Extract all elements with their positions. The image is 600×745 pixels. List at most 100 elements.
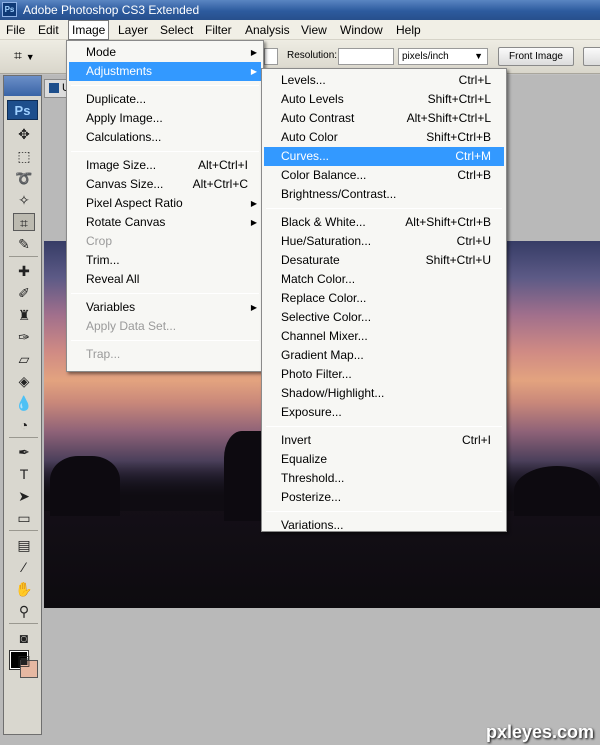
menu-edit[interactable]: Edit bbox=[35, 21, 62, 39]
menu-item-label: Shadow/Highlight... bbox=[281, 386, 385, 400]
adjustments-menu-gradient-map[interactable]: Gradient Map... bbox=[264, 346, 504, 365]
image-menu-apply-image[interactable]: Apply Image... bbox=[69, 109, 261, 128]
resolution-input[interactable] bbox=[338, 48, 394, 65]
menu-item-shortcut: Shift+Ctrl+B bbox=[426, 130, 491, 144]
adjustments-menu-equalize[interactable]: Equalize bbox=[264, 450, 504, 469]
menu-item-label: Exposure... bbox=[281, 405, 342, 419]
image-menu-pixel-aspect-ratio[interactable]: Pixel Aspect Ratio ▶ bbox=[69, 194, 261, 213]
front-image-button[interactable]: Front Image bbox=[498, 47, 574, 66]
window-title: Adobe Photoshop CS3 Extended bbox=[23, 3, 200, 17]
quick-mask-icon[interactable]: ◙ bbox=[13, 629, 35, 647]
resolution-label: Resolution: bbox=[287, 50, 338, 61]
image-menu-image-size[interactable]: Image Size... Alt+Ctrl+I bbox=[69, 156, 261, 175]
zoom-tool-icon[interactable]: ⚲ bbox=[13, 602, 35, 620]
menu-image[interactable]: Image bbox=[68, 20, 110, 40]
eraser-tool-icon[interactable]: ▱ bbox=[13, 350, 35, 368]
menu-help[interactable]: Help bbox=[393, 21, 424, 39]
adjustments-menu-black-white[interactable]: Black & White... Alt+Shift+Ctrl+B bbox=[264, 213, 504, 232]
menu-item-label: Selective Color... bbox=[281, 310, 372, 324]
lasso-tool-icon[interactable]: ➰ bbox=[13, 169, 35, 187]
tool-preset-picker[interactable]: ⌗ ▼ bbox=[14, 47, 50, 67]
shape-tool-icon[interactable]: ▭ bbox=[13, 509, 35, 527]
document-icon bbox=[49, 83, 59, 94]
crop-tool-icon[interactable]: ⌗ bbox=[13, 213, 35, 231]
photoshop-app-icon: Ps bbox=[2, 2, 17, 17]
image-menu-crop: Crop bbox=[69, 232, 261, 251]
image-menu-adjustments[interactable]: Adjustments ▶ bbox=[69, 62, 261, 81]
move-tool-icon[interactable]: ✥ bbox=[13, 125, 35, 143]
menu-analysis[interactable]: Analysis bbox=[242, 21, 293, 39]
menu-filter[interactable]: Filter bbox=[202, 21, 235, 39]
adjustments-menu-variations[interactable]: Variations... bbox=[264, 516, 504, 535]
submenu-arrow-icon: ▶ bbox=[250, 303, 257, 312]
paint-bucket-tool-icon[interactable]: ◈ bbox=[13, 372, 35, 390]
clear-button[interactable] bbox=[583, 47, 600, 66]
image-menu-rotate-canvas[interactable]: Rotate Canvas ▶ bbox=[69, 213, 261, 232]
menu-window[interactable]: Window bbox=[337, 21, 386, 39]
color-sampler-tool-icon[interactable]: ⁄ bbox=[13, 558, 35, 576]
menu-item-shortcut: Ctrl+M bbox=[455, 149, 491, 163]
menu-file[interactable]: File bbox=[3, 21, 28, 39]
photoshop-logo[interactable]: Ps bbox=[7, 100, 38, 120]
adjustments-menu-desaturate[interactable]: Desaturate Shift+Ctrl+U bbox=[264, 251, 504, 270]
eyedropper-tool-icon[interactable]: ✎ bbox=[13, 235, 35, 253]
menu-bar: File Edit Image Layer Select Filter Anal… bbox=[0, 20, 600, 40]
menu-select[interactable]: Select bbox=[157, 21, 196, 39]
resolution-unit-value: pixels/inch bbox=[402, 51, 449, 62]
magic-wand-tool-icon[interactable]: ✧ bbox=[13, 191, 35, 209]
image-menu-duplicate[interactable]: Duplicate... bbox=[69, 90, 261, 109]
height-field[interactable] bbox=[264, 48, 278, 65]
image-menu-calculations[interactable]: Calculations... bbox=[69, 128, 261, 147]
menu-item-label: Auto Levels bbox=[281, 92, 344, 106]
type-tool-icon[interactable]: T bbox=[13, 465, 35, 483]
adjustments-menu-replace-color[interactable]: Replace Color... bbox=[264, 289, 504, 308]
adjustments-menu-invert[interactable]: Invert Ctrl+I bbox=[264, 431, 504, 450]
marquee-tool-icon[interactable]: ⬚ bbox=[13, 147, 35, 165]
adjustments-menu-auto-contrast[interactable]: Auto Contrast Alt+Shift+Ctrl+L bbox=[264, 109, 504, 128]
blur-tool-icon[interactable]: 💧 bbox=[13, 394, 35, 412]
brush-tool-icon[interactable]: ✐ bbox=[13, 284, 35, 302]
menu-view[interactable]: View bbox=[298, 21, 330, 39]
adjustments-menu-brightness-contrast[interactable]: Brightness/Contrast... bbox=[264, 185, 504, 204]
menu-item-shortcut: Ctrl+L bbox=[458, 73, 491, 87]
image-menu-mode[interactable]: Mode ▶ bbox=[69, 43, 261, 62]
image-menu-variables[interactable]: Variables ▶ bbox=[69, 298, 261, 317]
image-menu-trim[interactable]: Trim... bbox=[69, 251, 261, 270]
adjustments-menu-selective-color[interactable]: Selective Color... bbox=[264, 308, 504, 327]
adjustments-menu-hue-saturation[interactable]: Hue/Saturation... Ctrl+U bbox=[264, 232, 504, 251]
resolution-unit-select[interactable]: pixels/inch ▼ bbox=[398, 48, 488, 65]
menu-layer[interactable]: Layer bbox=[115, 21, 151, 39]
image-menu-reveal-all[interactable]: Reveal All bbox=[69, 270, 261, 289]
toolbox-separator bbox=[9, 530, 38, 531]
notes-tool-icon[interactable]: ▤ bbox=[13, 536, 35, 554]
adjustments-menu-color-balance[interactable]: Color Balance... Ctrl+B bbox=[264, 166, 504, 185]
history-brush-tool-icon[interactable]: ✑ bbox=[13, 328, 35, 346]
healing-brush-tool-icon[interactable]: ✚ bbox=[13, 262, 35, 280]
pen-tool-icon[interactable]: ✒ bbox=[13, 443, 35, 461]
dodge-tool-icon[interactable]: ◔ bbox=[13, 416, 35, 434]
menu-item-shortcut: Shift+Ctrl+U bbox=[425, 253, 491, 267]
clone-stamp-tool-icon[interactable]: ♜ bbox=[13, 306, 35, 324]
adjustments-menu-exposure[interactable]: Exposure... bbox=[264, 403, 504, 422]
adjustments-menu-threshold[interactable]: Threshold... bbox=[264, 469, 504, 488]
toolbox-grip[interactable] bbox=[4, 76, 41, 96]
menu-item-label: Apply Image... bbox=[86, 111, 163, 125]
path-selection-tool-icon[interactable]: ➤ bbox=[13, 487, 35, 505]
adjustments-menu-channel-mixer[interactable]: Channel Mixer... bbox=[264, 327, 504, 346]
image-menu-canvas-size[interactable]: Canvas Size... Alt+Ctrl+C bbox=[69, 175, 261, 194]
menu-separator bbox=[71, 293, 259, 294]
menu-item-label: Image Size... bbox=[86, 158, 157, 172]
adjustments-menu-match-color[interactable]: Match Color... bbox=[264, 270, 504, 289]
menu-item-label: Equalize bbox=[281, 452, 328, 466]
adjustments-menu-posterize[interactable]: Posterize... bbox=[264, 488, 504, 507]
screen-mode-icon[interactable]: ▣ bbox=[13, 651, 35, 669]
adjustments-menu-auto-levels[interactable]: Auto Levels Shift+Ctrl+L bbox=[264, 90, 504, 109]
adjustments-menu-auto-color[interactable]: Auto Color Shift+Ctrl+B bbox=[264, 128, 504, 147]
adjustments-menu-curves[interactable]: Curves... Ctrl+M bbox=[264, 147, 504, 166]
hand-tool-icon[interactable]: ✋ bbox=[13, 580, 35, 598]
adjustments-menu-photo-filter[interactable]: Photo Filter... bbox=[264, 365, 504, 384]
adjustments-menu-levels[interactable]: Levels... Ctrl+L bbox=[264, 71, 504, 90]
menu-item-label: Levels... bbox=[281, 73, 326, 87]
adjustments-menu-shadow-highlight[interactable]: Shadow/Highlight... bbox=[264, 384, 504, 403]
toolbox-separator bbox=[9, 623, 38, 624]
